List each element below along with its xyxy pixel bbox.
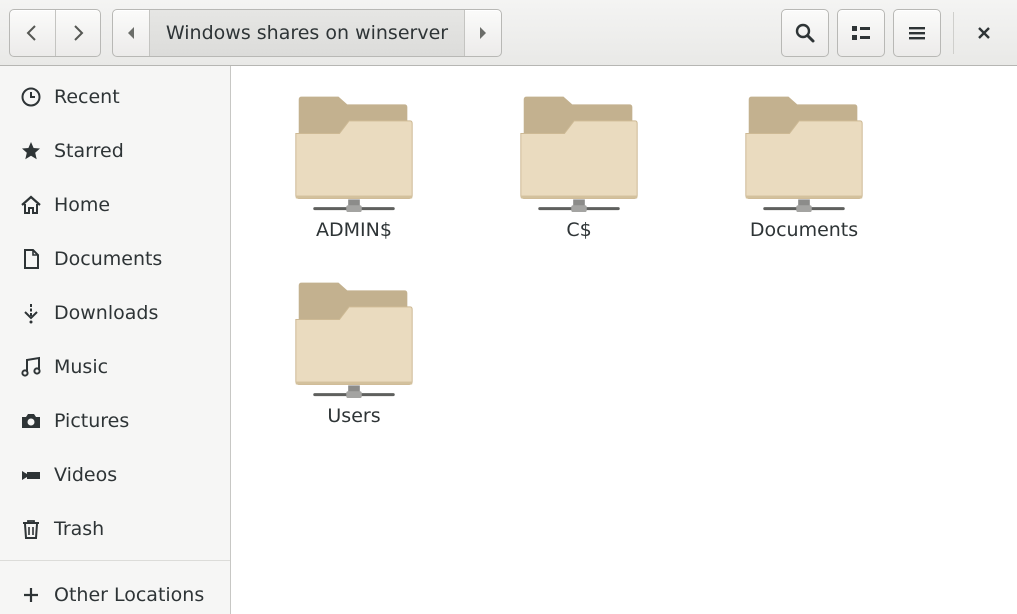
network-folder-icon (745, 96, 863, 213)
list-view-icon (852, 26, 870, 40)
camera-icon (20, 410, 42, 432)
sidebar-item-label: Starred (54, 140, 124, 162)
sidebar-item-label: Recent (54, 86, 120, 108)
path-crumb-current[interactable]: Windows shares on winserver (148, 10, 466, 56)
forward-button[interactable] (54, 10, 100, 56)
path-bar: Windows shares on winserver (112, 9, 502, 57)
sidebar-item-recent[interactable]: Recent (0, 72, 230, 122)
network-folder-icon (520, 96, 638, 213)
sidebar-item-home[interactable]: Home (0, 180, 230, 230)
share-name: ADMIN$ (316, 219, 392, 241)
header-bar: Windows shares on winserver (0, 0, 1017, 66)
share-name: C$ (566, 219, 592, 241)
sidebar-item-documents[interactable]: Documents (0, 234, 230, 284)
sidebar-item-label: Pictures (54, 410, 130, 432)
sidebar-item-label: Home (54, 194, 111, 216)
menu-button[interactable] (893, 9, 941, 57)
sidebar-item-videos[interactable]: Videos (0, 450, 230, 500)
music-icon (20, 356, 42, 378)
star-icon (20, 140, 42, 162)
chevron-left-icon (27, 25, 37, 41)
share-item-c[interactable]: C$ (489, 71, 669, 241)
path-scroll-left-button[interactable] (113, 10, 149, 56)
sidebar-item-label: Downloads (54, 302, 159, 324)
sidebar-item-label: Videos (54, 464, 118, 486)
sidebar-item-starred[interactable]: Starred (0, 126, 230, 176)
close-icon (978, 27, 990, 39)
network-folder-icon (295, 282, 413, 399)
sidebar-item-label: Music (54, 356, 109, 378)
video-icon (20, 464, 42, 486)
sidebar-item-label: Trash (54, 518, 105, 540)
document-icon (20, 248, 42, 270)
download-icon (20, 302, 42, 324)
file-view: ADMIN$ C$ Documents Users (232, 67, 1017, 614)
sidebar-item-label: Documents (54, 248, 163, 270)
share-item-documents[interactable]: Documents (714, 71, 894, 241)
search-icon (795, 23, 815, 43)
view-toggle-button[interactable] (837, 9, 885, 57)
close-button[interactable] (960, 9, 1008, 57)
navigation-buttons (9, 9, 101, 57)
header-separator (953, 12, 954, 54)
share-item-admin[interactable]: ADMIN$ (264, 71, 444, 241)
search-button[interactable] (781, 9, 829, 57)
sidebar-item-label: Other Locations (54, 584, 205, 606)
share-name: Users (327, 405, 381, 427)
sidebar-item-downloads[interactable]: Downloads (0, 288, 230, 338)
network-folder-icon (295, 96, 413, 213)
clock-icon (20, 86, 42, 108)
sidebar-separator (0, 560, 230, 561)
plus-icon (20, 584, 42, 606)
triangle-left-icon (127, 27, 134, 39)
trash-icon (20, 518, 42, 540)
share-name: Documents (749, 219, 859, 241)
sidebar-item-other-locations[interactable]: Other Locations (0, 570, 230, 614)
sidebar-item-pictures[interactable]: Pictures (0, 396, 230, 446)
chevron-right-icon (74, 25, 84, 41)
path-scroll-right-button[interactable] (465, 10, 501, 56)
home-icon (20, 194, 42, 216)
sidebar-item-music[interactable]: Music (0, 342, 230, 392)
sidebar: Recent Starred Home Documents Downloads … (0, 66, 231, 614)
triangle-right-icon (480, 27, 487, 39)
hamburger-menu-icon (909, 27, 925, 40)
sidebar-item-trash[interactable]: Trash (0, 504, 230, 554)
back-button[interactable] (10, 10, 55, 56)
share-item-users[interactable]: Users (264, 257, 444, 427)
